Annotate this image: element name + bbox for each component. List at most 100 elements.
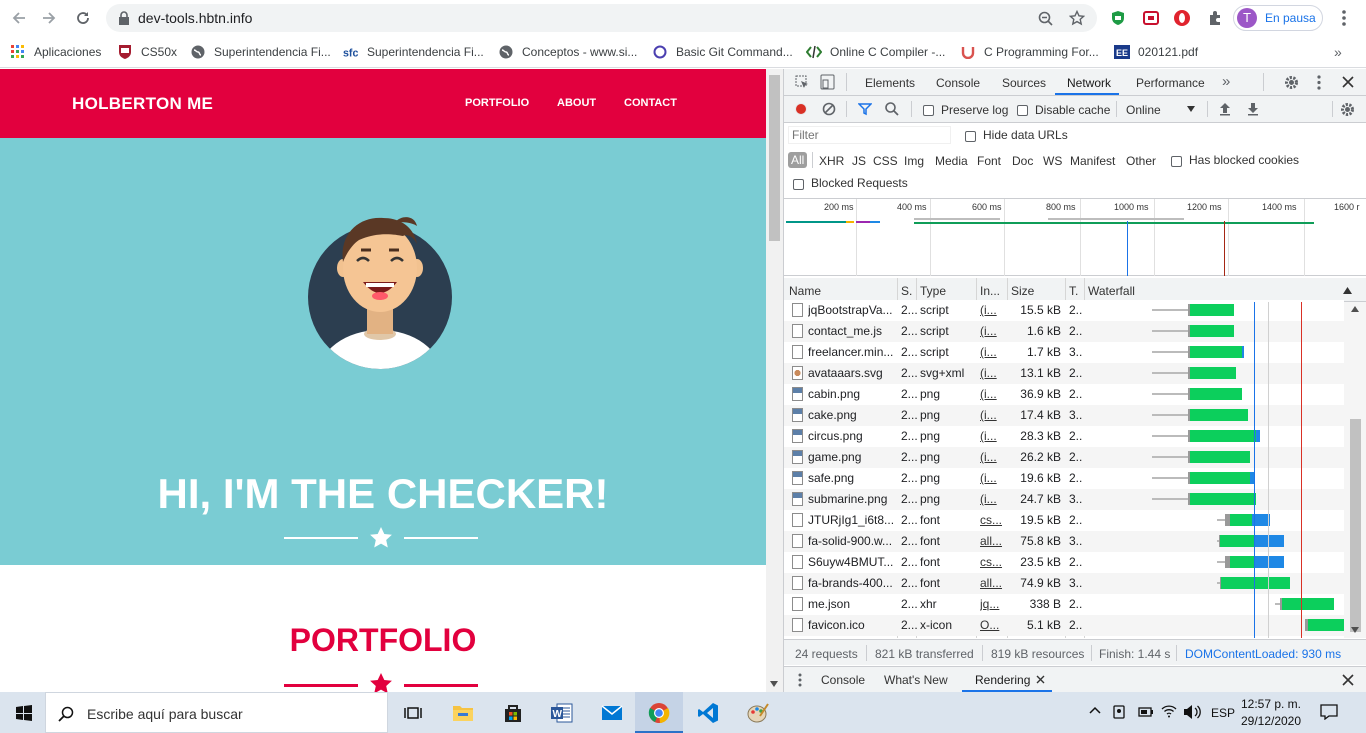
volume-icon[interactable] [1183,704,1201,720]
table-row[interactable]: game.png2...png(i...26.2 kB2... [784,447,1344,468]
type-filter-media[interactable]: Media [935,154,968,168]
drawer-tab-whats-new[interactable]: What's New [884,673,948,687]
meet-now-icon[interactable] [1112,704,1126,720]
type-filter-doc[interactable]: Doc [1012,154,1033,168]
type-filter-manifest[interactable]: Manifest [1070,154,1115,168]
drawer-tab-console[interactable]: Console [821,673,865,687]
chrome-menu-icon[interactable] [1334,8,1354,28]
zoom-icon[interactable] [1038,11,1054,27]
type-filter-ws[interactable]: WS [1043,154,1062,168]
throttle-select[interactable]: Online [1126,103,1161,117]
device-toolbar-icon[interactable] [820,74,835,90]
bookmark-cs50x[interactable]: CS50x [117,43,177,61]
nav-portfolio[interactable]: PORTFOLIO [465,97,529,109]
close-tab-icon[interactable] [1036,675,1045,684]
vscode-button[interactable] [684,692,732,733]
chevron-down-icon[interactable] [1187,106,1195,112]
table-row[interactable]: submarine.png 2...png (i... 24.7 kB 3... [784,489,1344,510]
has-blocked-cookies-checkbox[interactable] [1171,154,1182,168]
nav-about[interactable]: ABOUT [557,97,596,109]
bookmark-compiler[interactable]: Online C Compiler -... [806,43,945,61]
profile-button[interactable]: T En pausa [1233,5,1323,31]
close-drawer-icon[interactable] [1342,674,1354,686]
notifications-icon[interactable] [1320,704,1338,720]
table-row[interactable]: cake.png 2...png (i... 17.4 kB 3... [784,405,1344,426]
cell-initiator[interactable]: (i... [980,429,1006,443]
tab-network[interactable]: Network [1067,76,1111,90]
start-button[interactable] [0,692,48,733]
reload-button[interactable] [68,3,98,33]
type-filter-other[interactable]: Other [1126,154,1156,168]
paint-button[interactable] [734,692,782,733]
extension-opera-icon[interactable] [1172,8,1192,28]
record-icon[interactable] [794,102,808,116]
tab-console[interactable]: Console [936,76,980,90]
scrollbar-thumb[interactable] [769,75,780,241]
chrome-button[interactable] [635,692,683,733]
cell-initiator[interactable]: jq... [980,597,1006,611]
export-har-icon[interactable] [1247,102,1259,116]
wifi-icon[interactable] [1161,704,1177,718]
table-row[interactable]: circus.png2...png(i...28.3 kB2... [784,426,1344,447]
table-row[interactable]: fa-brands-400... 2... font all... 74.9 kB 3..… [784,573,1344,594]
table-row[interactable]: avataaars.svg2...svg+xml(i...13.1 kB2... [784,363,1344,384]
drawer-menu-icon[interactable] [798,673,802,687]
has-blocked-cookies-label[interactable]: Has blocked cookies [1189,153,1299,167]
tab-performance[interactable]: Performance [1136,76,1205,90]
taskbar-search-box[interactable]: Escribe aquí para buscar [45,692,388,733]
cell-initiator[interactable]: cs... [980,555,1006,569]
cell-initiator[interactable]: O... [980,618,1006,632]
cell-initiator[interactable]: cs... [980,513,1006,527]
url-text[interactable]: dev-tools.hbtn.info [138,10,252,26]
bookmark-apps[interactable]: Aplicaciones [10,43,101,61]
file-explorer-button[interactable] [439,692,487,733]
table-row[interactable]: safe.png2...png(i...19.6 kB2... [784,468,1344,489]
cell-initiator[interactable]: (i... [980,303,1006,317]
blocked-requests-label[interactable]: Blocked Requests [811,176,908,190]
type-filter-js[interactable]: JS [852,154,866,168]
table-row[interactable]: jqBootstrapVa... 2... script (i... 15.5 kB 2.… [784,300,1344,321]
clear-icon[interactable] [822,102,836,116]
tab-elements[interactable]: Elements [865,76,915,90]
sort-ascending-icon[interactable] [1343,287,1352,294]
column-time[interactable]: T. [1069,284,1078,298]
site-brand[interactable]: HOLBERTON ME [72,94,213,114]
input-language[interactable]: ESP [1211,706,1235,720]
table-row[interactable]: cabin.png2...png(i...36.9 kB2... [784,384,1344,405]
inspect-element-icon[interactable] [795,75,810,90]
column-name[interactable]: Name [789,284,821,298]
preserve-log-label[interactable]: Preserve log [941,103,1008,117]
cell-initiator[interactable]: all... [980,534,1006,548]
back-button[interactable] [4,3,34,33]
table-row[interactable]: S6uyw4BMUT...2...fontcs...23.5 kB2... [784,552,1344,573]
column-waterfall[interactable]: Waterfall [1088,284,1135,298]
page-scrollbar[interactable] [766,69,783,692]
close-icon[interactable] [1342,76,1354,88]
cell-initiator[interactable]: (i... [980,345,1006,359]
hide-data-urls-checkbox[interactable] [965,129,976,143]
column-status[interactable]: S. [901,284,912,298]
cell-initiator[interactable]: all... [980,576,1006,590]
type-filter-all[interactable]: All [788,152,808,168]
bookmark-superintendencia-1[interactable]: Superintendencia Fi... [190,43,331,61]
cell-initiator[interactable]: (i... [980,324,1006,338]
filter-input[interactable] [788,126,951,144]
bookmark-superintendencia-2[interactable]: sfc Superintendencia Fi... [343,43,484,61]
settings-gear-icon[interactable] [1284,75,1299,90]
table-row[interactable]: freelancer.min... 2... script (i... 1.7 kB 3.… [784,342,1344,363]
bookmark-c-programming[interactable]: C Programming For... [960,43,1099,61]
scroll-down-icon[interactable] [1351,627,1359,633]
scrollbar-thumb[interactable] [1350,419,1361,632]
bookmark-git[interactable]: Basic Git Command... [652,43,793,61]
disable-cache-label[interactable]: Disable cache [1035,103,1110,117]
hide-data-urls-label[interactable]: Hide data URLs [983,128,1068,142]
bookmark-star-icon[interactable] [1069,10,1085,26]
table-row[interactable]: JTURjIg1_i6t8...2...fontcs...19.5 kB2... [784,510,1344,531]
table-row[interactable]: me.json2...xhrjq...338 B2... [784,594,1344,615]
column-type[interactable]: Type [920,284,946,298]
cell-initiator[interactable]: (i... [980,387,1006,401]
type-filter-xhr[interactable]: XHR [819,154,844,168]
cell-initiator[interactable]: (i... [980,366,1006,380]
word-button[interactable]: W [538,692,586,733]
chevron-up-icon[interactable] [1089,706,1101,714]
